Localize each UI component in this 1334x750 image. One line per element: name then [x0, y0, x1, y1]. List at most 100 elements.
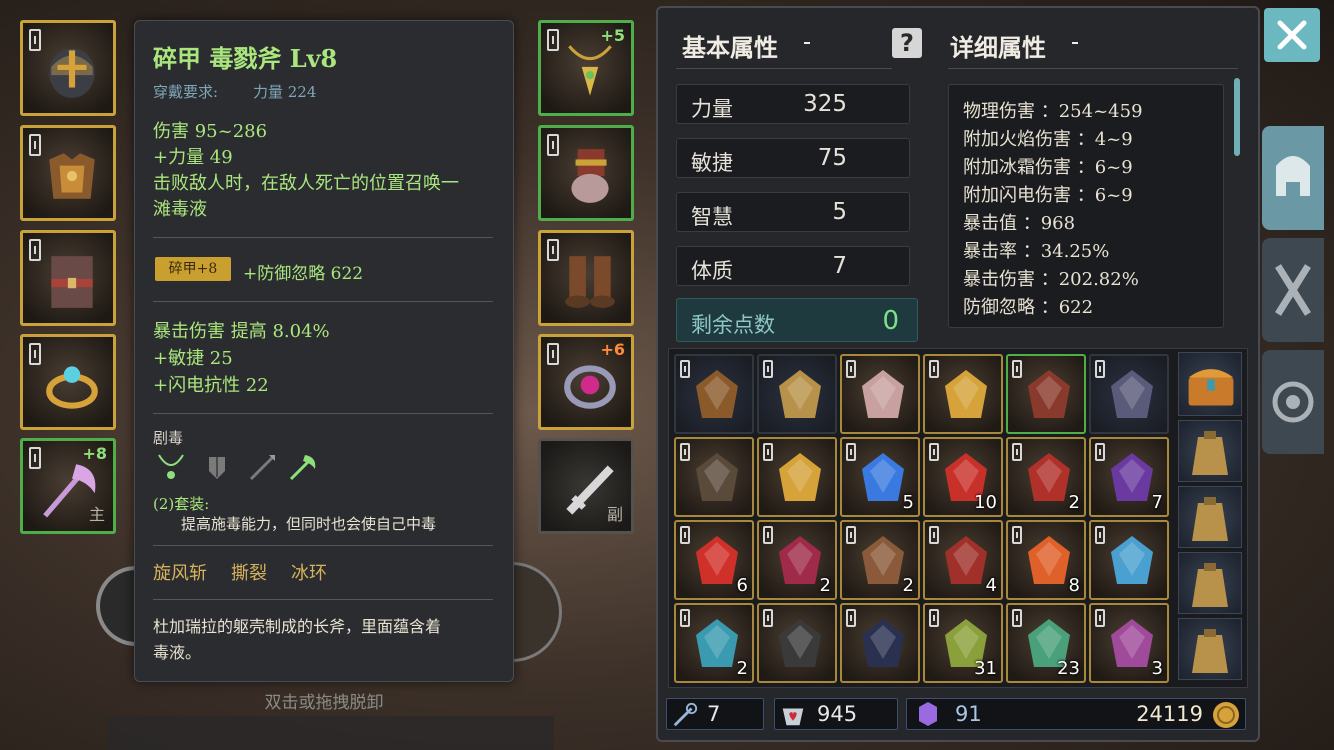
enchant-badge: 碎甲+8: [155, 257, 231, 281]
remaining-points-label: 剩余点数: [691, 313, 775, 337]
stat-label: 力量: [691, 97, 733, 121]
tab-skills[interactable]: [1262, 238, 1324, 342]
equip-slot-weapon[interactable]: +8 主: [20, 438, 116, 534]
inventory-slot-jade-emblem[interactable]: 23: [1006, 603, 1086, 683]
inventory-slot-blue-orb[interactable]: 5: [840, 437, 920, 517]
inventory-slot-boots[interactable]: [674, 437, 754, 517]
equip-slot-armor[interactable]: [20, 125, 116, 221]
basic-title-caret: [804, 42, 810, 44]
divider: [153, 301, 493, 302]
lock-icon: [29, 447, 41, 469]
help-icon[interactable]: ?: [892, 28, 922, 58]
armor-icon: [49, 153, 95, 199]
divider: [153, 545, 493, 546]
equip-slot-gloves[interactable]: [538, 125, 634, 221]
inventory-slot-red-ore[interactable]: 2: [1006, 437, 1086, 517]
necklace-icon: [568, 45, 612, 96]
armor-set-icon: [209, 457, 225, 479]
inventory-slot-red-egg[interactable]: 2: [757, 520, 837, 600]
key-icon: [673, 702, 698, 727]
detail-stat-6: 暴击率 ：34.25%: [963, 241, 1110, 262]
remaining-points-value: 0: [882, 306, 899, 336]
inventory-slot-ring[interactable]: [757, 437, 837, 517]
lock-icon: [680, 526, 690, 544]
inventory-slot-dark-plates[interactable]: [840, 603, 920, 683]
equip-slot-ring-2[interactable]: +6: [538, 334, 634, 430]
equip-slot-ring[interactable]: [20, 334, 116, 430]
inventory-slot-red-stone[interactable]: 6: [674, 520, 754, 600]
bag-icon: [779, 370, 821, 418]
inventory-slot-helmet[interactable]: [1089, 354, 1169, 434]
inventory-slot-spiral-scroll[interactable]: 31: [923, 603, 1003, 683]
inventory-slot-red-claw[interactable]: 4: [923, 520, 1003, 600]
inventory-slot-orange-gem[interactable]: 8: [1006, 520, 1086, 600]
inventory-slot-wood[interactable]: 2: [840, 520, 920, 600]
lock-icon: [1095, 609, 1105, 627]
header-divider: [676, 68, 892, 69]
equip-slot-helmet[interactable]: [20, 20, 116, 116]
stat-label: 智慧: [691, 205, 733, 229]
inventory-slot-pouch[interactable]: [674, 354, 754, 434]
lock-icon: [763, 609, 773, 627]
item-quantity: 2: [1068, 492, 1080, 513]
bag-slot-5[interactable]: [1178, 618, 1242, 680]
item-quantity: 8: [1068, 575, 1080, 596]
inventory-slot-teal-shards[interactable]: 2: [674, 603, 754, 683]
belt-icon: [51, 256, 93, 308]
inventory-slot-bag[interactable]: [757, 354, 837, 434]
detail-title-caret: [1072, 42, 1078, 44]
spear-set-icon: [249, 455, 275, 481]
item-quantity: 10: [974, 492, 997, 513]
equip-slot-necklace[interactable]: +5: [538, 20, 634, 116]
tab-settings[interactable]: [1262, 350, 1324, 454]
inventory-slot-purple-emblem[interactable]: 3: [1089, 603, 1169, 683]
keys-counter: 7: [666, 698, 764, 730]
detail-scrollbar[interactable]: [1234, 78, 1240, 156]
armor-icon: [862, 370, 904, 418]
chest-icon[interactable]: [1178, 352, 1242, 416]
basic-attributes-title[interactable]: 基本属性: [682, 28, 778, 63]
stat-row-wisdom[interactable]: 智慧 5: [676, 192, 910, 232]
bag-slot-4[interactable]: [1178, 552, 1242, 614]
skill-1: 旋风斩: [153, 563, 207, 584]
skill-3: 冰环: [291, 563, 327, 584]
gloves-icon: [571, 149, 609, 203]
close-button[interactable]: [1264, 8, 1320, 62]
effect-line-1: 击败敌人时，在敌人死亡的位置召唤一: [153, 173, 459, 194]
detail-stat-3: 附加冰霜伤害 ：6~9: [963, 157, 1133, 178]
item-quantity: 2: [902, 575, 914, 596]
detail-stat-1: 物理伤害 ：254~459: [963, 101, 1143, 122]
inventory-slot-ring[interactable]: [923, 354, 1003, 434]
stat-row-agility[interactable]: 敏捷 75: [676, 138, 910, 178]
inventory-slot-gloves[interactable]: [1006, 354, 1086, 434]
stat-value: 5: [832, 199, 847, 225]
item-quantity: 6: [736, 575, 748, 596]
lock-icon: [547, 29, 559, 51]
bag-slot-3[interactable]: [1178, 486, 1242, 548]
tab-equipment[interactable]: [1262, 126, 1324, 230]
set-bonus-label: (2)套装:: [153, 495, 210, 513]
inventory-slot-red-crystal[interactable]: 10: [923, 437, 1003, 517]
inventory-slot-purple-crystal[interactable]: 7: [1089, 437, 1169, 517]
header-divider: [948, 68, 1238, 69]
effect-line-2: 滩毒液: [153, 199, 207, 220]
inventory-slot-black-ore[interactable]: [757, 603, 837, 683]
inventory-slot-blue-gem[interactable]: [1089, 520, 1169, 600]
equip-slot-belt[interactable]: [20, 230, 116, 326]
divider: [153, 413, 493, 414]
detail-attributes-title[interactable]: 详细属性: [950, 28, 1046, 63]
hearts-value: 945: [817, 702, 858, 726]
lock-icon: [929, 360, 939, 378]
lock-icon: [846, 443, 856, 461]
equip-slot-boots[interactable]: [538, 230, 634, 326]
stat-row-constitution[interactable]: 体质 7: [676, 246, 910, 286]
item-title: 碎甲 毒戮斧 Lv8: [153, 44, 338, 73]
inventory-slot-armor[interactable]: [840, 354, 920, 434]
bag-slot-2[interactable]: [1178, 420, 1242, 482]
keys-value: 7: [707, 702, 721, 726]
detail-stats-box[interactable]: 物理伤害 ：254~459 附加火焰伤害 ：4~9 附加冰霜伤害 ：6~9 附加…: [948, 84, 1224, 328]
purple-gem-icon: [919, 702, 937, 726]
lock-icon: [547, 343, 559, 365]
equip-slot-offhand[interactable]: 副: [538, 438, 634, 534]
stat-row-strength[interactable]: 力量 325: [676, 84, 910, 124]
